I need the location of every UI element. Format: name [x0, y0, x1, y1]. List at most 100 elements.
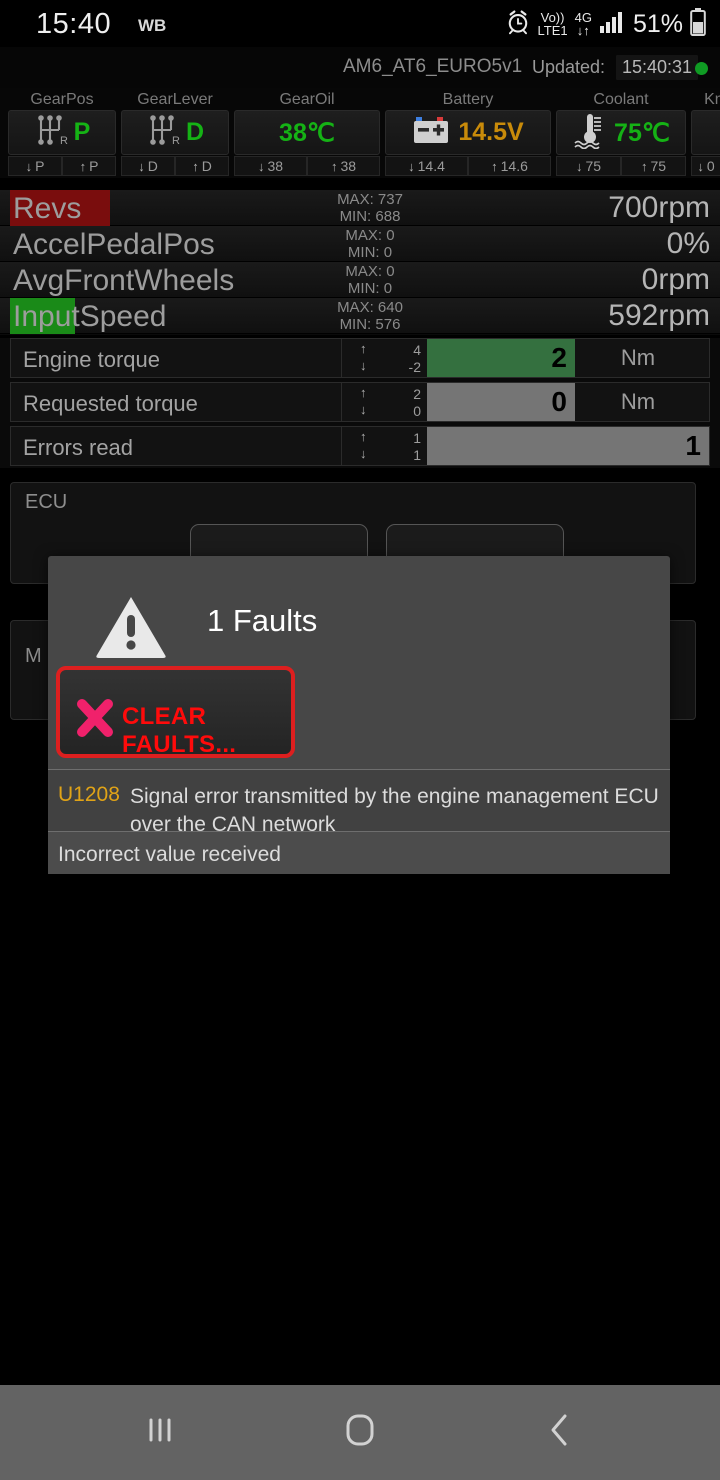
- parameter-value: 0rpm: [641, 263, 710, 296]
- parameter-minmax: MAX: 0 MIN: 0: [345, 263, 395, 297]
- fault-detail-text: Incorrect value received: [58, 843, 281, 866]
- gauge-max-gearlever: ↑ D: [175, 156, 229, 176]
- parameter-row[interactable]: InputSpeed MAX: 640 MIN: 576 592rpm: [0, 298, 720, 334]
- battery-icon: [690, 7, 706, 41]
- gauge-label-kmf: KmF: [704, 91, 720, 108]
- parameter-row[interactable]: AvgFrontWheels MAX: 0 MIN: 0 0rpm: [0, 262, 720, 298]
- arrow-icon: ↑: [79, 158, 87, 174]
- fault-code: U1208: [58, 783, 120, 806]
- gauge-cell-gearpos[interactable]: R P: [8, 110, 116, 155]
- torque-value: 1: [685, 430, 701, 461]
- fault-detail-row[interactable]: Incorrect value received: [48, 831, 670, 874]
- gauge-max-battery: ↑ 14.6: [468, 156, 551, 176]
- arrow-icon: ↓: [575, 158, 583, 174]
- torque-table-row[interactable]: Engine torque ↑ ↓ 4 -2 2 Nm: [10, 338, 710, 378]
- battery-percentage: 51%: [632, 9, 683, 38]
- svg-text:R: R: [172, 135, 180, 147]
- vehicle-profile-title: AM6_AT6_EURO5v1: [343, 56, 523, 77]
- fault-row[interactable]: U1208 Signal error transmitted by the eng…: [48, 769, 670, 836]
- arrow-icon: ↓: [257, 158, 265, 174]
- parameter-rows: Revs MAX: 737 MIN: 688 700rpm AccelPedalPos M…: [0, 190, 720, 335]
- gauge-cell-row: R P R D 38℃ 14.5V 75℃: [0, 110, 720, 155]
- arrow-icon: ↑: [491, 158, 498, 174]
- torque-bar: 2: [427, 339, 575, 377]
- secondary-panel-title: M: [25, 645, 42, 667]
- volte-indicator: Vo)) LTE1: [537, 9, 568, 38]
- gear-shifter-icon: R: [146, 113, 180, 152]
- gauge-min-kmf: ↓ 0: [691, 156, 720, 176]
- ecu-panel-title: ECU: [25, 491, 68, 513]
- clear-faults-button[interactable]: CLEAR FAULTS...: [56, 666, 295, 758]
- parameter-minmax: MAX: 0 MIN: 0: [345, 227, 395, 261]
- arrow-icon: ↑: [192, 158, 199, 174]
- clear-faults-label: CLEAR FAULTS...: [122, 703, 237, 758]
- torque-unit: Nm: [620, 389, 656, 414]
- parameter-name: InputSpeed: [13, 300, 167, 333]
- parameter-value: 592rpm: [608, 299, 710, 332]
- torque-table-row[interactable]: Errors read ↑ ↓ 1 1 1: [10, 426, 710, 466]
- parameter-name: AccelPedalPos: [13, 228, 215, 261]
- arrow-down-icon: ↓: [360, 446, 367, 461]
- back-button[interactable]: [440, 1385, 680, 1480]
- torque-unit: Nm: [620, 345, 656, 370]
- gauge-value-coolant: 75℃: [614, 118, 670, 147]
- torque-minmax: ↑ ↓ 4 -2: [341, 339, 427, 377]
- svg-text:R: R: [60, 135, 68, 147]
- gauge-value-gearpos: P: [73, 118, 91, 146]
- torque-value: 0: [551, 386, 567, 417]
- phone-screen: 15:40 WB Vo)) LTE1 4G ↓↑ 51% AM6_AT6_EUR…: [0, 0, 720, 1480]
- network-type-indicator: 4G ↓↑: [574, 9, 592, 38]
- gauge-cell-coolant[interactable]: 75℃: [556, 110, 686, 155]
- torque-minmax: ↑ ↓ 2 0: [341, 383, 427, 421]
- gauge-min-battery: ↓ 14.4: [385, 156, 468, 176]
- warning-triangle-icon: [94, 594, 168, 665]
- gauge-label-gearpos: GearPos: [30, 91, 94, 108]
- gauge-value-gearoil: 38℃: [279, 118, 335, 147]
- arrow-icon: ↓: [138, 158, 145, 174]
- home-icon: [343, 1412, 377, 1453]
- fault-dialog-header: 1 Faults: [48, 556, 670, 676]
- parameter-value: 0%: [666, 227, 710, 260]
- thermometer-icon: [572, 111, 608, 154]
- back-icon: [545, 1412, 575, 1453]
- arrow-up-icon: ↑: [360, 385, 367, 400]
- red-x-icon: [74, 698, 116, 743]
- status-bar-carrier: WB: [138, 16, 167, 35]
- gauge-label-battery: Battery: [442, 91, 494, 108]
- arrow-icon: ↓: [697, 158, 704, 174]
- car-battery-icon: [412, 114, 452, 151]
- parameter-name: Revs: [13, 192, 82, 225]
- arrow-up-icon: ↑: [360, 429, 367, 444]
- app-header: AM6_AT6_EURO5v1 Updated: 15:40:31: [0, 47, 720, 88]
- torque-table-row[interactable]: Requested torque ↑ ↓ 2 0 0 Nm: [10, 382, 710, 422]
- gauge-max-gearpos: ↑ P: [62, 156, 116, 176]
- gauge-cell-battery[interactable]: 14.5V: [385, 110, 551, 155]
- arrow-down-icon: ↓: [360, 402, 367, 417]
- gauge-min-gearlever: ↓ D: [121, 156, 175, 176]
- arrow-down-icon: ↓: [360, 358, 367, 373]
- status-bar: 15:40 WB Vo)) LTE1 4G ↓↑ 51%: [0, 0, 720, 47]
- gauge-cell-kmf[interactable]: [691, 110, 720, 155]
- torque-bar: 0: [427, 383, 575, 421]
- gauge-label-coolant: Coolant: [593, 91, 649, 108]
- signal-bars-icon: [599, 11, 624, 38]
- updated-label: Updated:: [532, 57, 606, 77]
- torque-minmax: ↑ ↓ 1 1: [341, 427, 427, 465]
- gauge-cell-gearlever[interactable]: R D: [121, 110, 229, 155]
- torque-value: 2: [551, 342, 567, 373]
- gauge-min-gearoil: ↓ 38: [234, 156, 307, 176]
- gauge-cell-gearoil[interactable]: 38℃: [234, 110, 380, 155]
- arrow-icon: ↑: [330, 158, 338, 174]
- parameter-row[interactable]: AccelPedalPos MAX: 0 MIN: 0 0%: [0, 226, 720, 262]
- gauge-min-gearpos: ↓ P: [8, 156, 62, 176]
- parameter-row[interactable]: Revs MAX: 737 MIN: 688 700rpm: [0, 190, 720, 226]
- gauge-max-coolant: ↑ 75: [621, 156, 686, 176]
- fault-count-title: 1 Faults: [207, 603, 318, 638]
- gauge-label-row: GearPos GearLever GearOil Battery Coolant KmF: [0, 88, 720, 110]
- torque-name: Engine torque: [23, 347, 160, 372]
- torque-bar: 1: [427, 427, 709, 465]
- parameter-value: 700rpm: [608, 191, 710, 224]
- gauge-max-gearoil: ↑ 38: [307, 156, 380, 176]
- connection-status-indicator: [695, 62, 708, 75]
- gauge-label-gearlever: GearLever: [137, 91, 213, 108]
